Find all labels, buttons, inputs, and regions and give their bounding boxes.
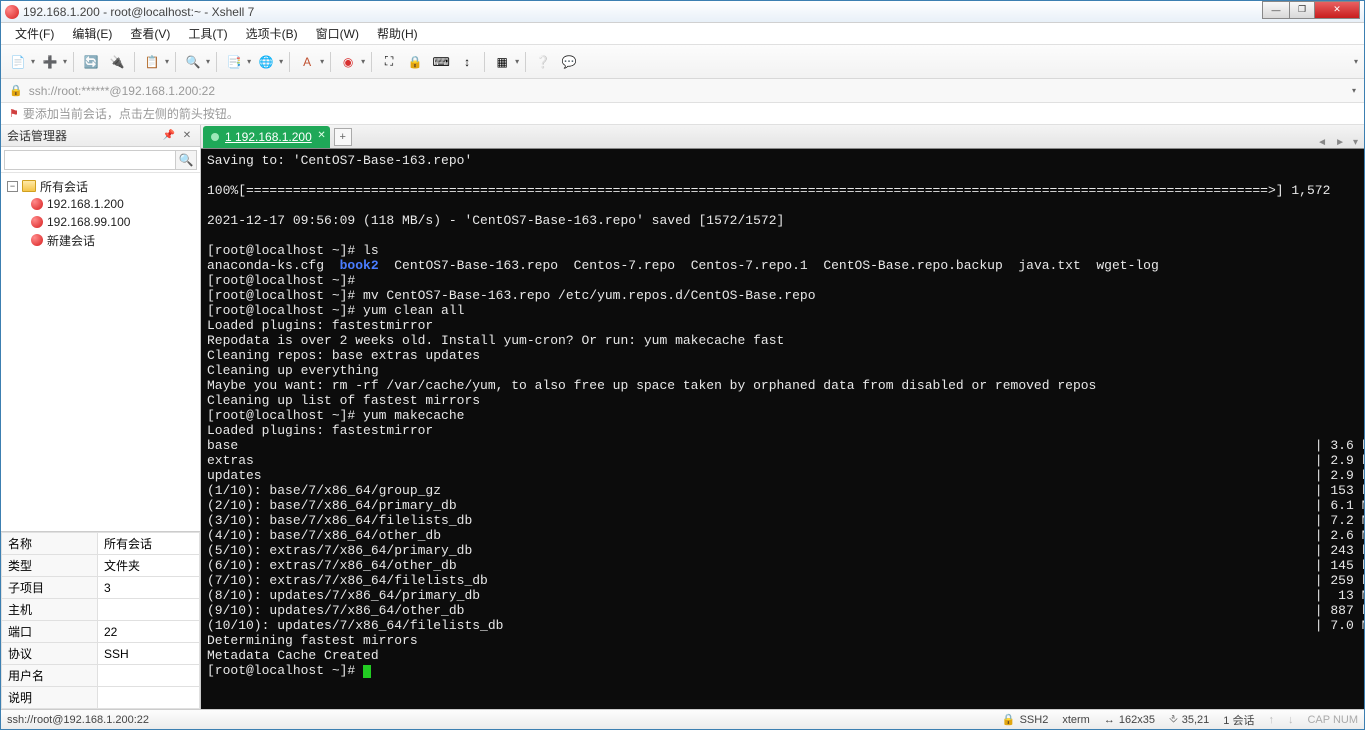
prop-value xyxy=(98,665,200,687)
fullscreen-button[interactable]: ⛶ xyxy=(378,51,400,73)
panel-title: 会话管理器 xyxy=(7,127,67,144)
lock-button[interactable]: 🔒 xyxy=(404,51,426,73)
add-tab-button[interactable]: + xyxy=(334,128,352,146)
prop-key: 主机 xyxy=(2,599,98,621)
open-button[interactable]: ➕ xyxy=(39,51,61,73)
tab-menu-icon[interactable]: ▾ xyxy=(1349,137,1362,148)
status-caps: CAP NUM xyxy=(1307,714,1358,726)
prop-value: 22 xyxy=(98,621,200,643)
tab-bar: 1 192.168.1.200 ✕ + ◄ ► ▾ xyxy=(201,125,1364,149)
status-ssh: 🔒 SSH2 xyxy=(1002,713,1048,726)
status-size: ↔ 162x35 xyxy=(1104,714,1155,726)
status-cursor-pos: ⎀ 35,21 xyxy=(1169,713,1209,726)
session-icon xyxy=(31,198,43,210)
prop-value: 文件夹 xyxy=(98,555,200,577)
tab-label: 1 192.168.1.200 xyxy=(225,130,312,144)
prop-key: 协议 xyxy=(2,643,98,665)
panel-header: 会话管理器 📌 ✕ xyxy=(1,125,200,147)
panel-close-button[interactable]: ✕ xyxy=(180,129,194,143)
find-button[interactable]: 🔍 xyxy=(182,51,204,73)
status-down-icon: ↓ xyxy=(1288,714,1294,726)
search-button[interactable]: 🔍 xyxy=(175,150,197,170)
window-title: 192.168.1.200 - root@localhost:~ - Xshel… xyxy=(23,5,1263,19)
address-bar[interactable]: 🔒 ssh://root:******@192.168.1.200:22 ▾ xyxy=(1,79,1364,103)
menu-item[interactable]: 编辑(E) xyxy=(64,23,120,44)
session-properties: 名称所有会话类型文件夹子项目3主机端口22协议SSH用户名说明 xyxy=(1,531,200,709)
status-up-icon: ↑ xyxy=(1268,714,1274,726)
pin-button[interactable]: 📌 xyxy=(162,129,176,143)
copy-button[interactable]: 📋 xyxy=(141,51,163,73)
folder-icon xyxy=(22,180,36,192)
menu-item[interactable]: 帮助(H) xyxy=(369,23,426,44)
session-manager-panel: 会话管理器 📌 ✕ 🔍 − 所有会话 192.168.1.200 192.168.… xyxy=(1,125,201,709)
status-session-count: 1 会话 xyxy=(1223,712,1254,728)
flag-icon: ⚑ xyxy=(9,107,19,120)
reconnect-button[interactable]: 🔄 xyxy=(80,51,102,73)
help-button[interactable]: ❔ xyxy=(532,51,554,73)
prop-value: SSH xyxy=(98,643,200,665)
toolbar: 📄▾ ➕▾ 🔄 🔌 📋▾ 🔍▾ 📑▾ 🌐▾ A▾ ◉▾ ⛶ 🔒 ⌨ ↕ ▦▾ ❔… xyxy=(1,45,1364,79)
status-term: xterm xyxy=(1062,714,1090,726)
menu-item[interactable]: 窗口(W) xyxy=(308,23,367,44)
titlebar: 192.168.1.200 - root@localhost:~ - Xshel… xyxy=(1,1,1364,23)
status-connection: ssh://root@192.168.1.200:22 xyxy=(7,714,149,726)
terminal[interactable]: Saving to: 'CentOS7-Base-163.repo' 100%[… xyxy=(201,149,1364,709)
maximize-button[interactable]: ❐ xyxy=(1289,1,1315,19)
tab-session[interactable]: 1 192.168.1.200 ✕ xyxy=(203,126,330,148)
close-button[interactable]: ✕ xyxy=(1314,1,1360,19)
new-session-button[interactable]: 📄 xyxy=(7,51,29,73)
font-button[interactable]: A xyxy=(296,51,318,73)
session-label: 192.168.1.200 xyxy=(47,197,124,211)
minimize-button[interactable]: — xyxy=(1262,1,1290,19)
transfer-button[interactable]: ↕ xyxy=(456,51,478,73)
menubar: 文件(F)编辑(E)查看(V)工具(T)选项卡(B)窗口(W)帮助(H) xyxy=(1,23,1364,45)
prop-value xyxy=(98,687,200,709)
tree-session-item[interactable]: 192.168.1.200 xyxy=(3,195,198,213)
session-tree[interactable]: − 所有会话 192.168.1.200 192.168.99.100 新建会话 xyxy=(1,173,200,531)
xagent-button[interactable]: ◉ xyxy=(337,51,359,73)
session-label: 新建会话 xyxy=(47,232,95,249)
prop-key: 端口 xyxy=(2,621,98,643)
menu-item[interactable]: 查看(V) xyxy=(122,23,178,44)
prop-key: 用户名 xyxy=(2,665,98,687)
tree-session-item[interactable]: 新建会话 xyxy=(3,231,198,249)
hint-text: 要添加当前会话，点击左侧的箭头按钮。 xyxy=(23,105,239,122)
tab-close-icon[interactable]: ✕ xyxy=(317,130,325,141)
session-icon xyxy=(31,234,43,246)
disconnect-button[interactable]: 🔌 xyxy=(106,51,128,73)
status-bar: ssh://root@192.168.1.200:22 🔒 SSH2 xterm… xyxy=(1,709,1364,729)
tree-session-item[interactable]: 192.168.99.100 xyxy=(3,213,198,231)
prop-value xyxy=(98,599,200,621)
prop-value: 3 xyxy=(98,577,200,599)
keyboard-button[interactable]: ⌨ xyxy=(430,51,452,73)
lock-icon: 🔒 xyxy=(9,84,23,97)
tab-next-icon[interactable]: ► xyxy=(1331,137,1349,148)
chat-button[interactable]: 💬 xyxy=(558,51,580,73)
session-label: 192.168.99.100 xyxy=(47,215,130,229)
menu-item[interactable]: 文件(F) xyxy=(7,23,62,44)
tab-status-icon xyxy=(211,133,219,141)
paste-button[interactable]: 📑 xyxy=(223,51,245,73)
prop-key: 名称 xyxy=(2,533,98,555)
tab-prev-icon[interactable]: ◄ xyxy=(1313,137,1331,148)
hint-bar: ⚑ 要添加当前会话，点击左侧的箭头按钮。 xyxy=(1,103,1364,125)
session-icon xyxy=(31,216,43,228)
tree-toggle-icon[interactable]: − xyxy=(7,181,18,192)
toolbar-overflow-icon[interactable]: ▾ xyxy=(1354,57,1358,66)
address-dropdown-icon[interactable]: ▾ xyxy=(1352,86,1356,95)
app-icon xyxy=(5,5,19,19)
tree-root[interactable]: − 所有会话 xyxy=(3,177,198,195)
tile-button[interactable]: ▦ xyxy=(491,51,513,73)
address-text: ssh://root:******@192.168.1.200:22 xyxy=(29,84,215,98)
prop-key: 类型 xyxy=(2,555,98,577)
prop-value: 所有会话 xyxy=(98,533,200,555)
globe-button[interactable]: 🌐 xyxy=(255,51,277,73)
session-search-input[interactable] xyxy=(4,150,176,170)
prop-key: 说明 xyxy=(2,687,98,709)
menu-item[interactable]: 工具(T) xyxy=(180,23,235,44)
menu-item[interactable]: 选项卡(B) xyxy=(238,23,306,44)
tree-root-label: 所有会话 xyxy=(40,178,88,195)
prop-key: 子项目 xyxy=(2,577,98,599)
